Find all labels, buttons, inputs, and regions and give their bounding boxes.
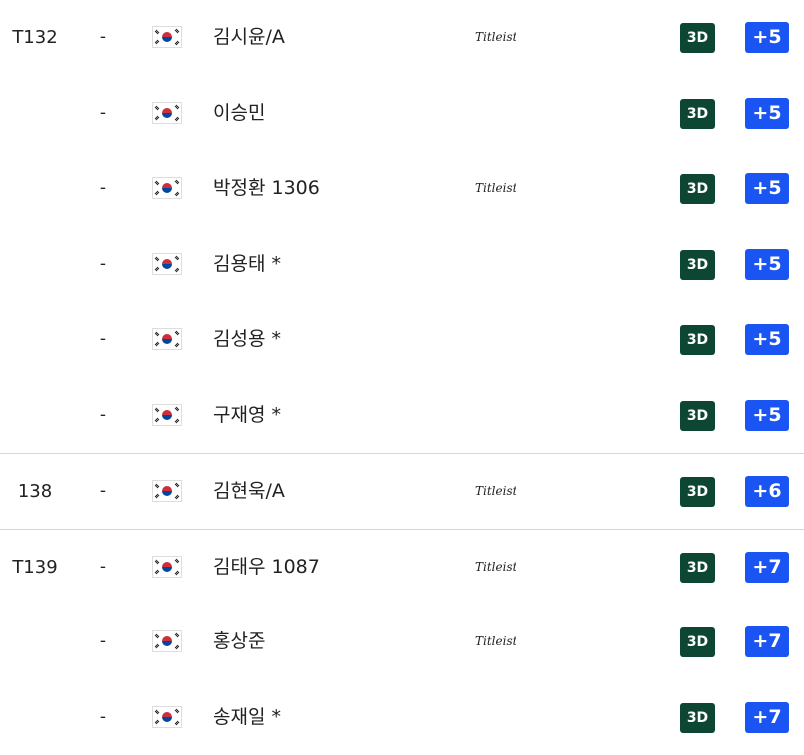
position-label (0, 302, 70, 377)
position-label (0, 76, 70, 151)
south-korea-flag-icon (152, 706, 182, 728)
score-badge[interactable]: +5 (745, 98, 789, 129)
score-badge[interactable]: +5 (745, 22, 789, 53)
south-korea-flag-icon (152, 102, 182, 124)
table-row[interactable]: - 박정환 1306 Titleist 3D +5 (0, 151, 804, 226)
position-label (0, 680, 70, 755)
table-row[interactable]: T139 - 김태우 1087 Titleist 3D +7 (0, 529, 804, 604)
movement-indicator: - (99, 103, 107, 123)
titleist-logo-icon: Titleist (474, 483, 518, 499)
movement-indicator: - (99, 707, 107, 727)
view-3d-button[interactable]: 3D (680, 99, 715, 129)
south-korea-flag-icon (152, 630, 182, 652)
player-name[interactable]: 김시윤/A (213, 0, 285, 75)
movement-indicator: - (99, 254, 107, 274)
table-row[interactable]: T132 - 김시윤/A Titleist 3D +5 (0, 0, 804, 75)
table-row[interactable]: - 이승민 3D +5 (0, 76, 804, 151)
movement-indicator: - (99, 481, 107, 501)
view-3d-button[interactable]: 3D (680, 627, 715, 657)
table-row[interactable]: - 홍상준 Titleist 3D +7 (0, 604, 804, 679)
brand-logo-text: Titleist (475, 30, 516, 44)
view-3d-button[interactable]: 3D (680, 401, 715, 431)
score-badge[interactable]: +5 (745, 173, 789, 204)
player-name[interactable]: 김현욱/A (213, 454, 285, 529)
position-label: T132 (12, 27, 58, 48)
player-name[interactable]: 박정환 1306 (213, 151, 320, 226)
brand-logo-text: Titleist (475, 634, 516, 648)
score-badge[interactable]: +6 (745, 476, 789, 507)
view-3d-button[interactable]: 3D (680, 703, 715, 733)
view-3d-button[interactable]: 3D (680, 250, 715, 280)
view-3d-button[interactable]: 3D (680, 23, 715, 53)
score-badge[interactable]: +7 (745, 552, 789, 583)
brand-logo-text: Titleist (475, 484, 516, 498)
movement-indicator: - (99, 178, 107, 198)
score-badge[interactable]: +7 (745, 702, 789, 733)
table-row[interactable]: 138 - 김현욱/A Titleist 3D +6 (0, 453, 804, 528)
south-korea-flag-icon (152, 328, 182, 350)
movement-indicator: - (99, 329, 107, 349)
position-label (0, 604, 70, 679)
player-name[interactable]: 김용태 * (213, 227, 281, 302)
score-badge[interactable]: +5 (745, 324, 789, 355)
player-name[interactable]: 김태우 1087 (213, 530, 320, 605)
player-name[interactable]: 이승민 (213, 76, 265, 151)
score-badge[interactable]: +5 (745, 249, 789, 280)
table-row[interactable]: - 구재영 * 3D +5 (0, 378, 804, 453)
player-name[interactable]: 구재영 * (213, 378, 281, 453)
player-name[interactable]: 송재일 * (213, 680, 281, 755)
table-row[interactable]: - 송재일 * 3D +7 (0, 680, 804, 755)
south-korea-flag-icon (152, 26, 182, 48)
leaderboard: T132 - 김시윤/A Titleist 3D +5 - 이승민 3D +5 - 박정환 1306 T… (0, 0, 804, 755)
position-label: 138 (17, 481, 53, 502)
south-korea-flag-icon (152, 480, 182, 502)
view-3d-button[interactable]: 3D (680, 325, 715, 355)
table-row[interactable]: - 김성용 * 3D +5 (0, 302, 804, 377)
south-korea-flag-icon (152, 253, 182, 275)
score-badge[interactable]: +5 (745, 400, 789, 431)
titleist-logo-icon: Titleist (474, 180, 518, 196)
view-3d-button[interactable]: 3D (680, 174, 715, 204)
view-3d-button[interactable]: 3D (680, 553, 715, 583)
position-label: T139 (12, 557, 58, 578)
south-korea-flag-icon (152, 404, 182, 426)
position-label (0, 378, 70, 453)
player-name[interactable]: 홍상준 (213, 604, 265, 679)
titleist-logo-icon: Titleist (474, 633, 518, 649)
movement-indicator: - (99, 405, 107, 425)
titleist-logo-icon: Titleist (474, 559, 518, 575)
brand-logo-text: Titleist (475, 560, 516, 574)
south-korea-flag-icon (152, 556, 182, 578)
position-label (0, 227, 70, 302)
position-label (0, 151, 70, 226)
view-3d-button[interactable]: 3D (680, 477, 715, 507)
player-name[interactable]: 김성용 * (213, 302, 281, 377)
south-korea-flag-icon (152, 177, 182, 199)
movement-indicator: - (99, 631, 107, 651)
movement-indicator: - (99, 557, 107, 577)
score-badge[interactable]: +7 (745, 626, 789, 657)
titleist-logo-icon: Titleist (474, 29, 518, 45)
table-row[interactable]: - 김용태 * 3D +5 (0, 227, 804, 302)
brand-logo-text: Titleist (475, 181, 516, 195)
movement-indicator: - (99, 27, 107, 47)
